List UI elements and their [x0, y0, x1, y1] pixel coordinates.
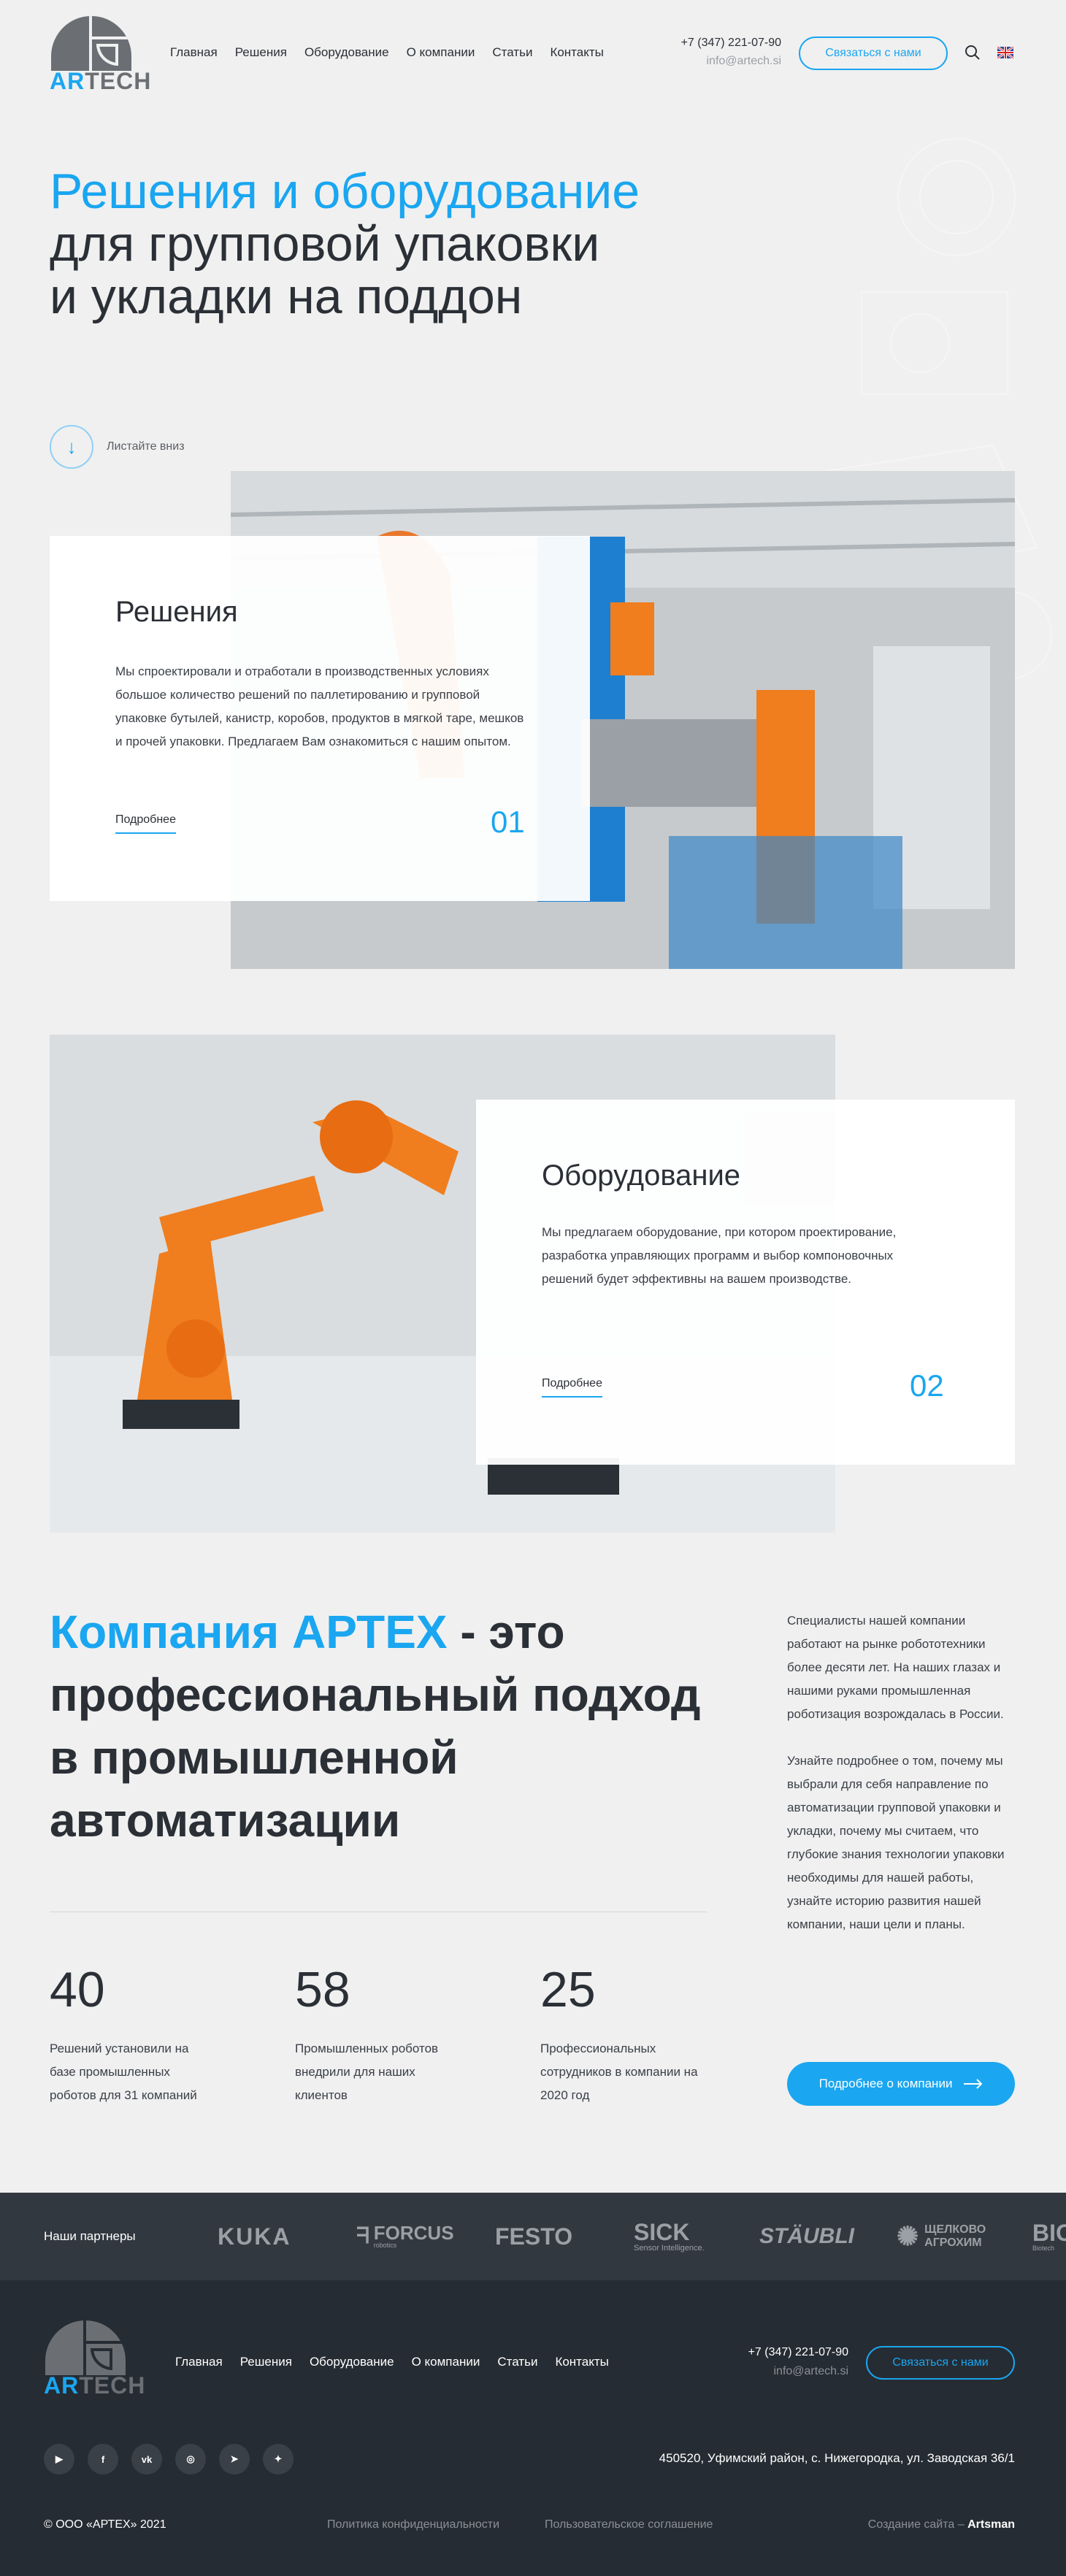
- solutions-text: Мы спроектировали и отработали в произво…: [115, 664, 524, 748]
- partner-logo-forcus[interactable]: ᖷ FORCUS robotics: [356, 2193, 454, 2280]
- solutions-title: Решения: [115, 596, 238, 628]
- logo-mark: [51, 16, 131, 71]
- forcus-icon: ᖷ: [356, 2224, 369, 2248]
- partner-logo-sick[interactable]: SICK Sensor Intelligence.: [634, 2193, 705, 2280]
- stat-label: Профессиональных сотрудников в компании …: [540, 2042, 698, 2102]
- stat-value: 58: [295, 1962, 350, 2017]
- shchelkovo-icon: ✺: [897, 2221, 919, 2251]
- partner-logo-bio[interactable]: BIO Biotech: [1032, 2193, 1066, 2280]
- about-title: Компания АРТЕХ - это профессиональный по…: [50, 1606, 701, 1847]
- nav-item-articles[interactable]: Статьи: [492, 45, 532, 60]
- equipment-text: Мы предлагаем оборудование, при котором …: [542, 1225, 897, 1286]
- stat-label: Решений установили на базе промышленных …: [50, 2042, 197, 2102]
- logo-wordmark: ARTECH: [50, 68, 152, 94]
- main-nav: Главная Решения Оборудование О компании …: [170, 45, 604, 60]
- made-by[interactable]: Создание сайта – Artsman: [730, 2518, 1015, 2531]
- about-more-button[interactable]: Подробнее о компании: [787, 2062, 1015, 2106]
- twitter-icon[interactable]: ✦: [263, 2444, 294, 2475]
- copyright: © ООО «АРТЕХ» 2021: [44, 2518, 166, 2531]
- stat-label: Промышленных роботов внедрили для наших …: [295, 2042, 439, 2102]
- privacy-policy-link[interactable]: Политика конфиденциальности: [327, 2518, 499, 2531]
- solutions-number: 01: [491, 805, 525, 839]
- nav-item-contacts[interactable]: Контакты: [550, 45, 603, 60]
- footer-nav-equipment[interactable]: Оборудование: [310, 2355, 394, 2369]
- nav-item-about[interactable]: О компании: [407, 45, 475, 60]
- logo[interactable]: ARTECH: [50, 16, 150, 93]
- facebook-icon[interactable]: f: [88, 2444, 118, 2475]
- uk-flag-icon[interactable]: [997, 47, 1013, 58]
- equipment-more-link[interactable]: Подробнее: [542, 1377, 602, 1398]
- logo-mark: [45, 2320, 126, 2375]
- solutions-more-link[interactable]: Подробнее: [115, 813, 176, 834]
- stat-3: 25 Профессиональных сотрудников в компан…: [540, 1961, 708, 2107]
- footer-address: 450520, Уфимский район, с. Нижегородка, …: [659, 2451, 1015, 2465]
- footer-nav: Главная Решения Оборудование О компании …: [175, 2355, 609, 2369]
- about-paragraph-2: Узнайте подробнее о том, почему мы выбра…: [787, 1754, 1005, 1931]
- equipment-title: Оборудование: [542, 1159, 741, 1192]
- contact-us-button[interactable]: Связаться с нами: [799, 37, 948, 70]
- instagram-icon[interactable]: ◎: [175, 2444, 206, 2475]
- footer-nav-contacts[interactable]: Контакты: [555, 2355, 608, 2369]
- footer-email[interactable]: info@artech.si: [670, 2361, 848, 2382]
- nav-item-equipment[interactable]: Оборудование: [304, 45, 389, 60]
- scroll-label: Листайте вниз: [107, 440, 185, 453]
- youtube-icon[interactable]: ▶: [44, 2444, 74, 2475]
- nav-item-home[interactable]: Главная: [170, 45, 218, 60]
- hero-title: Решения и оборудование для групповой упа…: [50, 164, 640, 324]
- logo-wordmark: ARTECH: [44, 2372, 146, 2399]
- header-email[interactable]: info@artech.si: [670, 51, 781, 72]
- social-links: ▶ f vk ◎ ➤ ✦: [44, 2444, 294, 2475]
- footer-nav-articles[interactable]: Статьи: [497, 2355, 537, 2369]
- partners-label: Наши партнеры: [44, 2229, 136, 2243]
- about-description: Специалисты нашей компании работают на р…: [787, 1609, 1015, 1936]
- footer-contacts: +7 (347) 221-07-90 info@artech.si: [670, 2344, 848, 2382]
- footer-logo[interactable]: ARTECH: [44, 2320, 145, 2398]
- footer-nav-solutions[interactable]: Решения: [240, 2355, 292, 2369]
- equipment-number: 02: [910, 1368, 944, 1403]
- footer-phone[interactable]: +7 (347) 221-07-90: [670, 2344, 848, 2361]
- stat-1: 40 Решений установили на базе промышленн…: [50, 1961, 218, 2107]
- partners-bar: Наши партнеры KUKA ᖷ FORCUS robotics FEST…: [0, 2193, 1066, 2280]
- vk-icon[interactable]: vk: [131, 2444, 162, 2475]
- header-contacts: +7 (347) 221-07-90 info@artech.si: [670, 35, 781, 72]
- arrow-right-icon: [964, 2079, 983, 2089]
- nav-item-solutions[interactable]: Решения: [235, 45, 287, 60]
- stat-2: 58 Промышленных роботов внедрили для наш…: [295, 1961, 463, 2107]
- partner-logo-staubli[interactable]: STÄUBLI: [759, 2193, 854, 2280]
- partner-logo-kuka[interactable]: KUKA: [218, 2193, 291, 2280]
- about-more-label: Подробнее о компании: [818, 2077, 953, 2090]
- search-icon[interactable]: [964, 44, 981, 61]
- header-phone[interactable]: +7 (347) 221-07-90: [670, 35, 781, 51]
- user-agreement-link[interactable]: Пользовательское соглашение: [545, 2518, 713, 2531]
- solutions-card: Решения Мы спроектировали и отработали в…: [50, 536, 590, 901]
- footer-contact-button[interactable]: Связаться с нами: [866, 2346, 1015, 2380]
- about-paragraph-1: Специалисты нашей компании работают на р…: [787, 1614, 1004, 1721]
- footer-nav-about[interactable]: О компании: [412, 2355, 480, 2369]
- partner-logo-festo[interactable]: FESTO: [495, 2193, 572, 2280]
- footer: ARTECH Главная Решения Оборудование О ко…: [0, 2280, 1066, 2576]
- telegram-icon[interactable]: ➤: [219, 2444, 250, 2475]
- stat-value: 40: [50, 1962, 105, 2017]
- stat-value: 25: [540, 1962, 596, 2017]
- footer-nav-home[interactable]: Главная: [175, 2355, 223, 2369]
- partner-logo-shchelkovo[interactable]: ✺ ЩЕЛКОВО АГРОХИМ: [897, 2193, 992, 2280]
- equipment-card: Оборудование Мы предлагаем оборудование,…: [476, 1100, 1015, 1465]
- scroll-down[interactable]: ↓ Листайте вниз: [50, 425, 185, 469]
- arrow-down-icon: ↓: [50, 425, 93, 469]
